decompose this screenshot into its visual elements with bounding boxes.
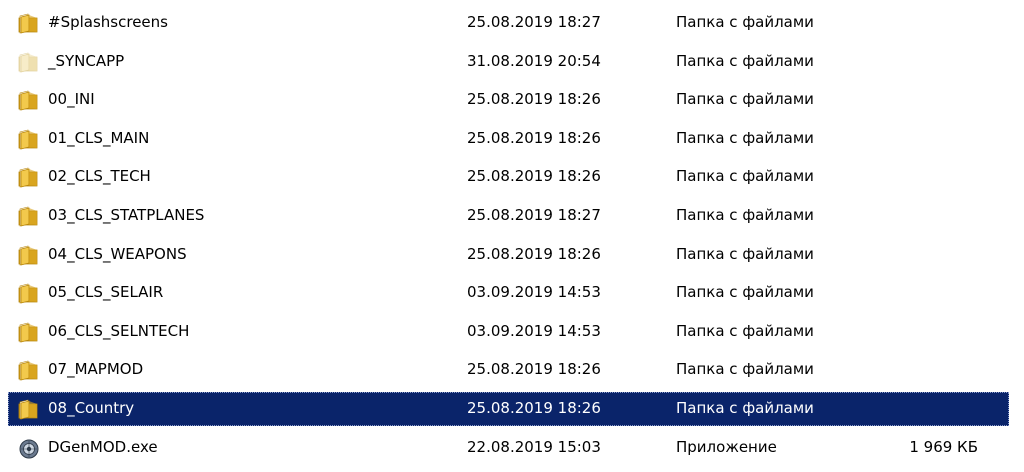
folder-icon (17, 129, 43, 151)
folder-icon (17, 206, 43, 228)
file-size: 1 969 КБ (909, 437, 978, 456)
file-name: 03_CLS_STATPLANES (48, 205, 205, 224)
file-name: 00_INI (48, 90, 95, 109)
file-type: Папка с файлами (676, 360, 814, 379)
file-type: Папка с файлами (676, 321, 814, 340)
file-date-modified: 25.08.2019 18:27 (467, 205, 601, 224)
application-icon (17, 438, 43, 460)
file-type: Папка с файлами (676, 90, 814, 109)
file-type: Папка с файлами (676, 51, 814, 70)
folder-icon (17, 52, 43, 74)
file-row[interactable]: 03_CLS_STATPLANES 25.08.2019 18:27 Папка с… (0, 197, 1024, 236)
file-row[interactable]: DGenMOD.exe 22.08.2019 15:03 Приложение 1 9… (0, 429, 1024, 468)
file-type: Папка с файлами (676, 283, 814, 302)
folder-icon (17, 399, 43, 421)
file-type: Папка с файлами (676, 398, 814, 417)
file-name: 06_CLS_SELNTECH (48, 321, 190, 340)
file-row[interactable]: 04_CLS_WEAPONS 25.08.2019 18:26 Папка с фа… (0, 236, 1024, 275)
file-row[interactable]: 08_Country 25.08.2019 18:26 Папка с файлам… (0, 390, 1024, 429)
file-name: _SYNCAPP (48, 51, 125, 70)
file-date-modified: 25.08.2019 18:26 (467, 360, 601, 379)
file-name: 07_MAPMOD (48, 360, 144, 379)
folder-icon (17, 13, 43, 35)
file-row[interactable]: 07_MAPMOD 25.08.2019 18:26 Папка с файлами (0, 351, 1024, 390)
file-date-modified: 25.08.2019 18:26 (467, 90, 601, 109)
file-row[interactable]: 05_CLS_SELAIR 03.09.2019 14:53 Папка с фай… (0, 274, 1024, 313)
file-date-modified: 22.08.2019 15:03 (467, 437, 601, 456)
file-name: 05_CLS_SELAIR (48, 283, 164, 302)
file-date-modified: 25.08.2019 18:26 (467, 128, 601, 147)
file-row[interactable]: 02_CLS_TECH 25.08.2019 18:26 Папка с файла… (0, 158, 1024, 197)
file-row[interactable]: 00_INI 25.08.2019 18:26 Папка с файлами (0, 81, 1024, 120)
folder-icon (17, 283, 43, 305)
file-name: DGenMOD.exe (48, 437, 158, 456)
file-name: 08_Country (48, 398, 135, 417)
file-name: 02_CLS_TECH (48, 167, 151, 186)
file-date-modified: 31.08.2019 20:54 (467, 51, 601, 70)
file-date-modified: 03.09.2019 14:53 (467, 321, 601, 340)
folder-icon (17, 90, 43, 112)
file-date-modified: 03.09.2019 14:53 (467, 283, 601, 302)
file-row[interactable]: #Splashscreens 25.08.2019 18:27 Папка с фа… (0, 4, 1024, 43)
file-date-modified: 25.08.2019 18:27 (467, 13, 601, 31)
file-type: Папка с файлами (676, 13, 814, 31)
file-row[interactable]: 01_CLS_MAIN 25.08.2019 18:26 Папка с файла… (0, 120, 1024, 159)
file-name: 01_CLS_MAIN (48, 128, 150, 147)
file-name: 04_CLS_WEAPONS (48, 244, 187, 263)
file-date-modified: 25.08.2019 18:26 (467, 398, 601, 417)
file-date-modified: 25.08.2019 18:26 (467, 167, 601, 186)
file-type: Папка с файлами (676, 205, 814, 224)
folder-icon (17, 167, 43, 189)
file-type: Папка с файлами (676, 128, 814, 147)
file-row[interactable]: _SYNCAPP 31.08.2019 20:54 Папка с файлами (0, 43, 1024, 82)
file-date-modified: 25.08.2019 18:26 (467, 244, 601, 263)
file-type: Папка с файлами (676, 167, 814, 186)
file-name: #Splashscreens (48, 13, 168, 31)
file-list: #Splashscreens 25.08.2019 18:27 Папка с фа… (0, 4, 1024, 467)
folder-icon (17, 322, 43, 344)
file-type: Приложение (676, 437, 777, 456)
folder-icon (17, 245, 43, 267)
folder-icon (17, 360, 43, 382)
file-row[interactable]: 06_CLS_SELNTECH 03.09.2019 14:53 Папка с ф… (0, 313, 1024, 352)
file-type: Папка с файлами (676, 244, 814, 263)
